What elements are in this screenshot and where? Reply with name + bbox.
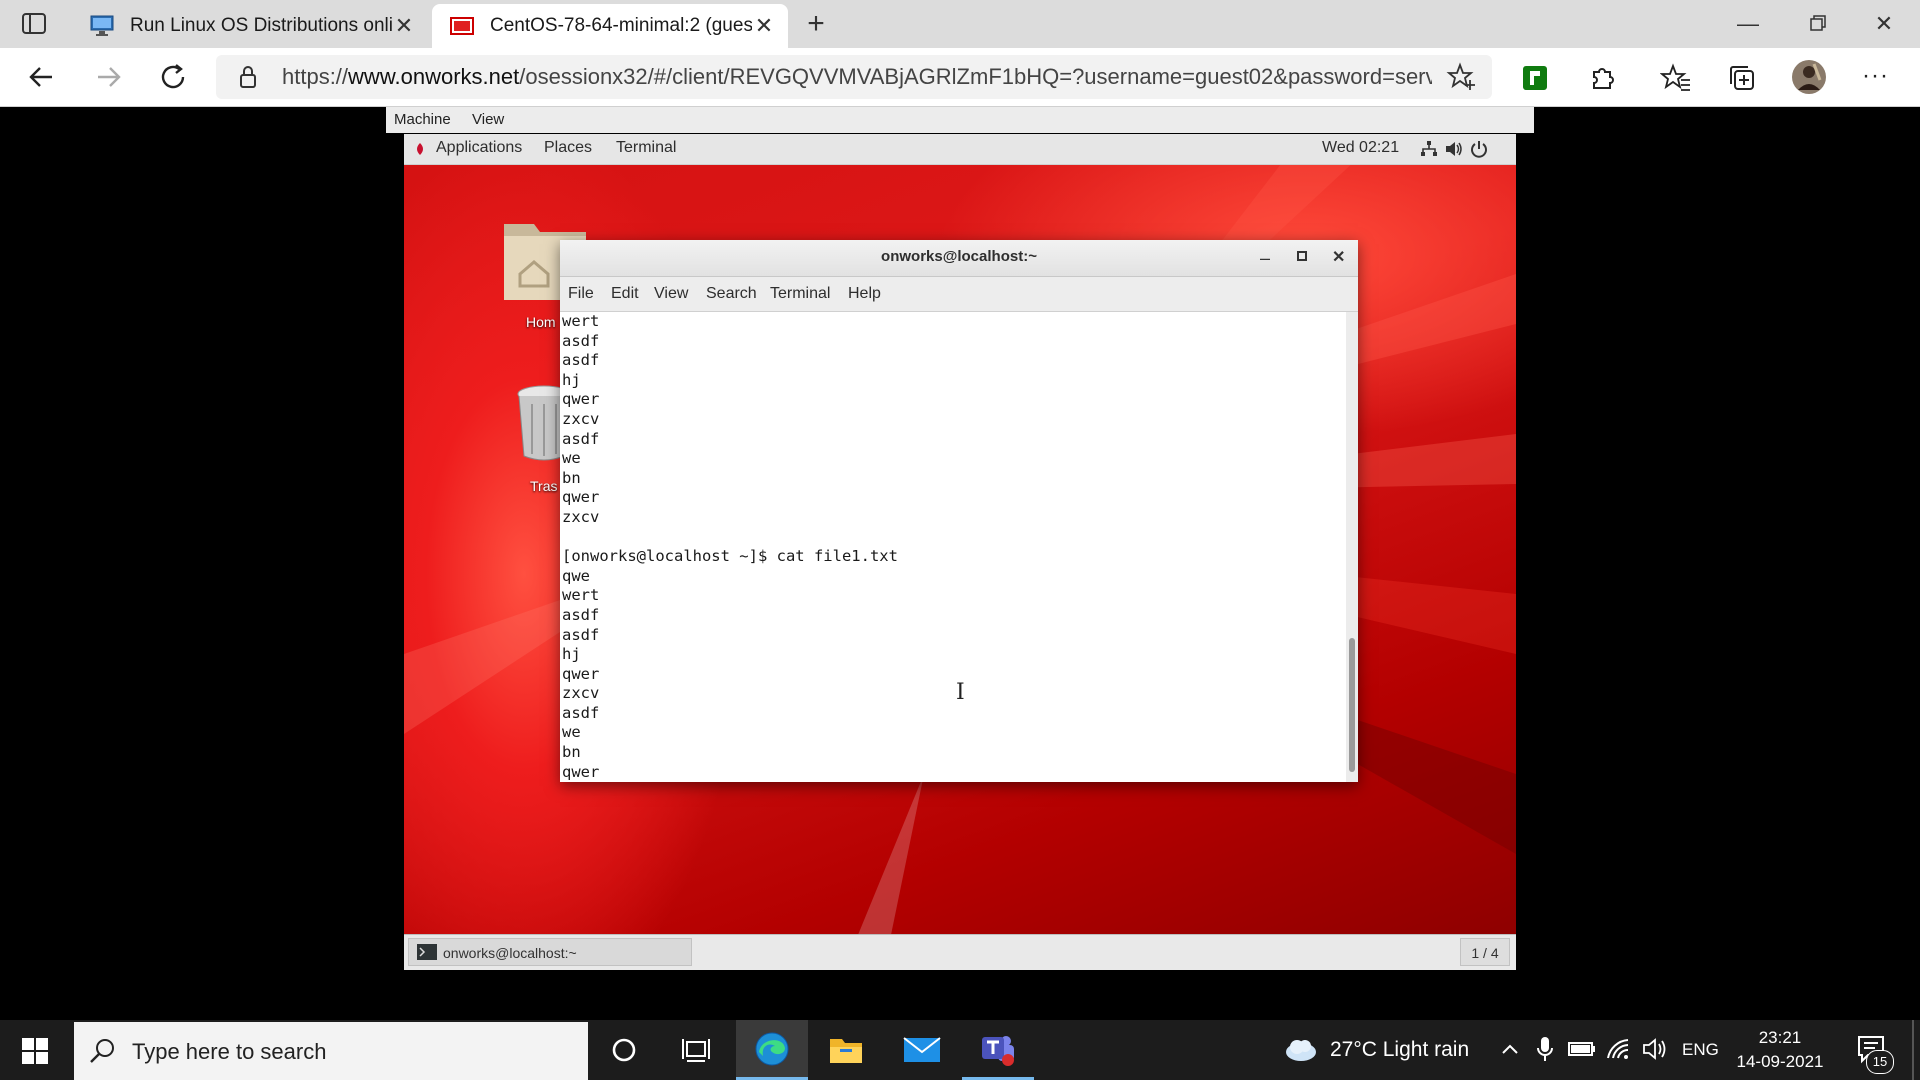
show-desktop-button[interactable] [1912, 1020, 1914, 1080]
tab-centos-session[interactable]: CentOS-78-64-minimal:2 (guest02 ✕ [432, 4, 788, 48]
window-list-label: onworks@localhost:~ [443, 945, 577, 961]
task-view-icon[interactable] [660, 1020, 732, 1080]
more-options-icon[interactable]: ··· [1862, 62, 1889, 90]
new-tab-button[interactable]: + [800, 8, 832, 40]
power-icon[interactable] [1470, 140, 1488, 158]
maximize-icon[interactable] [1296, 250, 1308, 262]
terminal-menu[interactable]: Terminal [616, 139, 676, 157]
workspace-indicator[interactable]: 1 / 4 [1460, 938, 1510, 966]
cortana-icon[interactable] [588, 1020, 660, 1080]
menu-edit[interactable]: Edit [611, 285, 639, 303]
add-favorite-icon[interactable] [1446, 62, 1478, 92]
wifi-icon[interactable] [1606, 1036, 1632, 1062]
favorites-icon[interactable] [1660, 62, 1692, 94]
menu-machine[interactable]: Machine [394, 111, 451, 128]
system-clock[interactable]: 23:21 14-09-2021 [1730, 1026, 1830, 1074]
gnome-clock[interactable]: Wed 02:21 [1322, 139, 1399, 157]
trash-label: Tras [530, 478, 558, 494]
taskbar-search-box[interactable]: Type here to search [74, 1022, 588, 1080]
volume-icon[interactable] [1444, 140, 1464, 158]
terminal-titlebar[interactable]: onworks@localhost:~ – ✕ [560, 240, 1358, 277]
menu-file[interactable]: File [568, 285, 594, 303]
url-scheme: https:// [282, 64, 349, 89]
scrollbar-thumb[interactable] [1349, 638, 1355, 772]
menu-view[interactable]: View [472, 111, 504, 128]
clock-time: 23:21 [1758, 1028, 1802, 1047]
clock-date: 14-09-2021 [1736, 1052, 1824, 1071]
terminal-title: onworks@localhost:~ [881, 248, 1037, 265]
text-cursor-icon: I [956, 680, 965, 705]
minimize-icon[interactable]: – [1260, 248, 1270, 269]
windows-taskbar: Type here to search 27°C Light rain ENG … [0, 1020, 1920, 1080]
profile-avatar[interactable] [1790, 58, 1828, 96]
window-list-item[interactable]: onworks@localhost:~ [408, 938, 692, 966]
network-icon[interactable] [1420, 140, 1438, 158]
close-window-icon[interactable]: ✕ [1860, 8, 1908, 40]
close-icon[interactable]: ✕ [1332, 247, 1345, 267]
terminal-output[interactable]: wert asdf asdf hj qwer zxcv asdf we bn q… [560, 312, 1346, 782]
close-tab-icon[interactable]: ✕ [392, 13, 416, 39]
extensions-puzzle-icon[interactable] [1586, 62, 1618, 94]
terminal-window[interactable]: onworks@localhost:~ – ✕ File Edit View S… [560, 240, 1358, 782]
url-text[interactable]: https://www.onworks.net/osessionx32/#/cl… [282, 63, 1432, 91]
terminal-menubar: File Edit View Search Terminal Help [560, 277, 1358, 312]
menu-view[interactable]: View [654, 285, 688, 303]
file-explorer-icon[interactable] [810, 1020, 882, 1080]
terminal-text: wert asdf asdf hj qwer zxcv asdf we bn q… [562, 312, 898, 781]
monitor-icon [90, 15, 114, 37]
applications-menu-icon [414, 142, 426, 156]
battery-icon[interactable] [1568, 1040, 1596, 1058]
tab-title: CentOS-78-64-minimal:2 (guest02 [490, 15, 752, 36]
forward-icon[interactable] [88, 60, 128, 94]
remote-menubar: Machine View [386, 107, 1534, 133]
teams-icon[interactable] [962, 1020, 1034, 1080]
extension-green-icon[interactable] [1520, 63, 1550, 93]
places-menu[interactable]: Places [544, 139, 592, 157]
windows-start-icon[interactable] [22, 1038, 48, 1064]
back-icon[interactable] [22, 60, 62, 94]
url-path: /osessionx32/#/client/REVGQVVMVABjAGRlZm… [519, 64, 1432, 89]
weather-text[interactable]: 27°C Light rain [1330, 1038, 1469, 1062]
terminal-app-icon [417, 944, 437, 960]
language-indicator[interactable]: ENG [1682, 1040, 1719, 1060]
menu-search[interactable]: Search [706, 285, 757, 303]
tab-title: Run Linux OS Distributions online [130, 15, 392, 36]
microphone-icon[interactable] [1536, 1036, 1554, 1062]
session-icon [450, 16, 474, 36]
close-tab-icon[interactable]: ✕ [752, 13, 776, 39]
lock-icon[interactable] [236, 64, 260, 90]
gnome-top-bar: Applications Places Terminal Wed 02:21 [404, 134, 1516, 165]
weather-cloud-icon[interactable] [1284, 1036, 1318, 1064]
terminal-scrollbar[interactable] [1346, 312, 1358, 782]
show-hidden-icons-icon[interactable] [1500, 1040, 1520, 1060]
menu-terminal[interactable]: Terminal [770, 285, 830, 303]
minimize-window-icon[interactable]: — [1724, 8, 1772, 40]
menu-help[interactable]: Help [848, 285, 881, 303]
url-host: www.onworks.net [348, 64, 520, 89]
tab-run-linux[interactable]: Run Linux OS Distributions online ✕ [72, 4, 428, 48]
applications-menu[interactable]: Applications [436, 139, 522, 157]
gnome-bottom-bar: onworks@localhost:~ 1 / 4 [404, 934, 1516, 970]
collections-icon[interactable] [1726, 62, 1758, 94]
search-icon [88, 1036, 118, 1066]
restore-window-icon[interactable] [1792, 8, 1840, 40]
browser-tab-bar: Run Linux OS Distributions online ✕ Cent… [0, 0, 1920, 48]
edge-taskbar-icon[interactable] [736, 1020, 808, 1080]
search-placeholder: Type here to search [132, 1039, 327, 1064]
mail-icon[interactable] [886, 1020, 958, 1080]
notifications-count: 15 [1866, 1050, 1894, 1074]
home-folder-label: Hom [526, 314, 556, 330]
refresh-icon[interactable] [154, 60, 194, 94]
tab-actions-icon[interactable] [18, 10, 52, 38]
volume-icon[interactable] [1642, 1037, 1668, 1061]
